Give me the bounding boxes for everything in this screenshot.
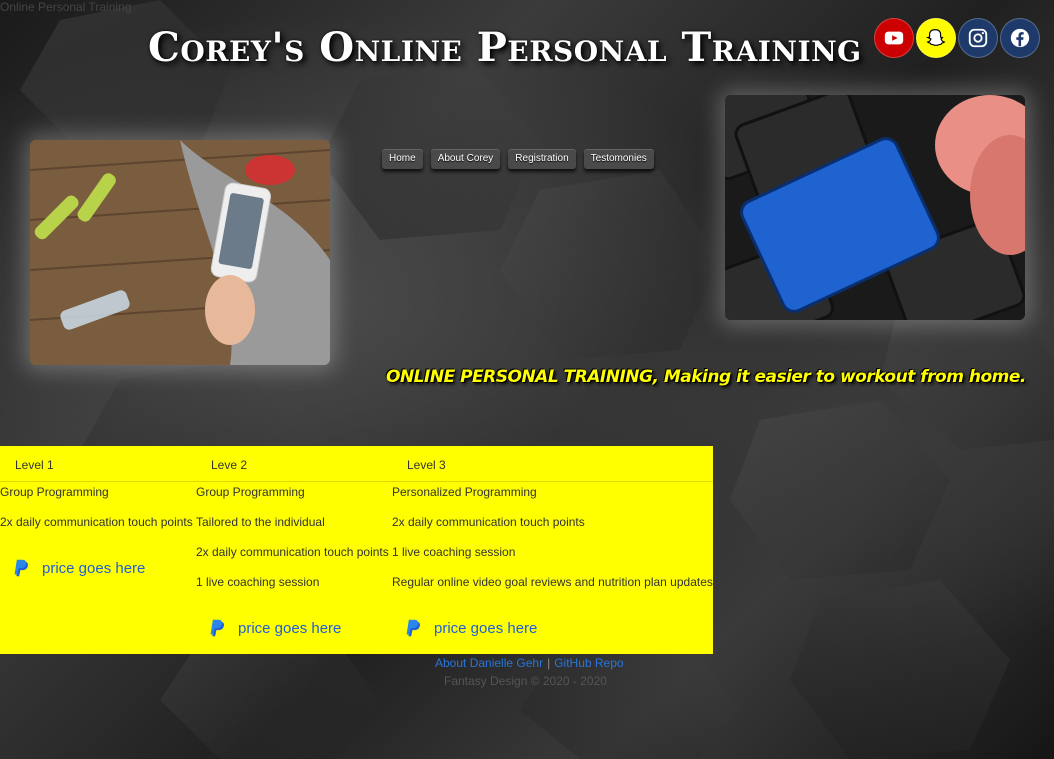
pricing-table: Level 1 Leve 2 Level 3 Group Programming… (0, 446, 713, 654)
about-danielle-link[interactable]: About Danielle Gehr (435, 656, 543, 670)
tagline: ONLINE PERSONAL TRAINING, Making it easi… (386, 367, 1026, 387)
level2-feature: Group Programming (196, 485, 305, 499)
copyright: Fantasy Design © 2020 - 2020 (444, 674, 607, 688)
level3-feature: 2x daily communication touch points (392, 515, 585, 529)
instagram-link[interactable] (958, 18, 998, 58)
paypal-icon (14, 559, 28, 577)
level1-feature: 2x daily communication touch points (0, 515, 193, 529)
fitness-photo (30, 140, 330, 365)
footer-separator: | (547, 656, 551, 670)
site-brand-title: Corey's Online Personal Training (148, 24, 862, 71)
level3-feature: Regular online video goal reviews and nu… (392, 575, 713, 589)
nav-registration[interactable]: Registration (508, 149, 576, 169)
nav-home[interactable]: Home (382, 149, 423, 169)
level3-feature: Personalized Programming (392, 485, 537, 499)
footer-links: About Danielle Gehr | GitHub Repo (435, 656, 624, 670)
pricing-header-row: Level 1 Leve 2 Level 3 (0, 446, 713, 482)
snapchat-icon (925, 29, 946, 46)
snapchat-link[interactable] (916, 18, 956, 58)
level1-feature: Group Programming (0, 485, 109, 499)
paypal-price-label: price goes here (434, 619, 538, 637)
nav-testimonies[interactable]: Testomonies (583, 149, 654, 169)
level2-feature: 1 live coaching session (196, 575, 320, 589)
facebook-link[interactable] (1000, 18, 1040, 58)
online-coaching-photo (725, 95, 1025, 320)
paypal-button-level1[interactable]: price goes here (10, 557, 145, 579)
youtube-link[interactable] (874, 18, 914, 58)
document-title: Online Personal Training (0, 0, 132, 14)
instagram-icon (968, 28, 988, 48)
header-level-3: Level 3 (407, 458, 446, 472)
level2-feature: 2x daily communication touch points (196, 545, 389, 559)
github-repo-link[interactable]: GitHub Repo (554, 656, 623, 670)
header-level-2: Leve 2 (211, 458, 248, 472)
youtube-icon (884, 31, 904, 45)
header-level-1: Level 1 (15, 458, 54, 472)
nav-about-corey[interactable]: About Corey (430, 149, 501, 169)
social-links (874, 18, 1040, 58)
paypal-price-label: price goes here (42, 559, 146, 577)
main-nav: Home About Corey Registration Testomonie… (382, 149, 654, 169)
paypal-button-level2[interactable]: price goes here (206, 617, 341, 639)
paypal-icon (210, 619, 224, 637)
facebook-icon (1010, 28, 1030, 48)
paypal-button-level3[interactable]: price goes here (402, 617, 537, 639)
paypal-icon (406, 619, 420, 637)
level2-feature: Tailored to the individual (196, 515, 325, 529)
level3-feature: 1 live coaching session (392, 545, 516, 559)
paypal-price-label: price goes here (238, 619, 342, 637)
